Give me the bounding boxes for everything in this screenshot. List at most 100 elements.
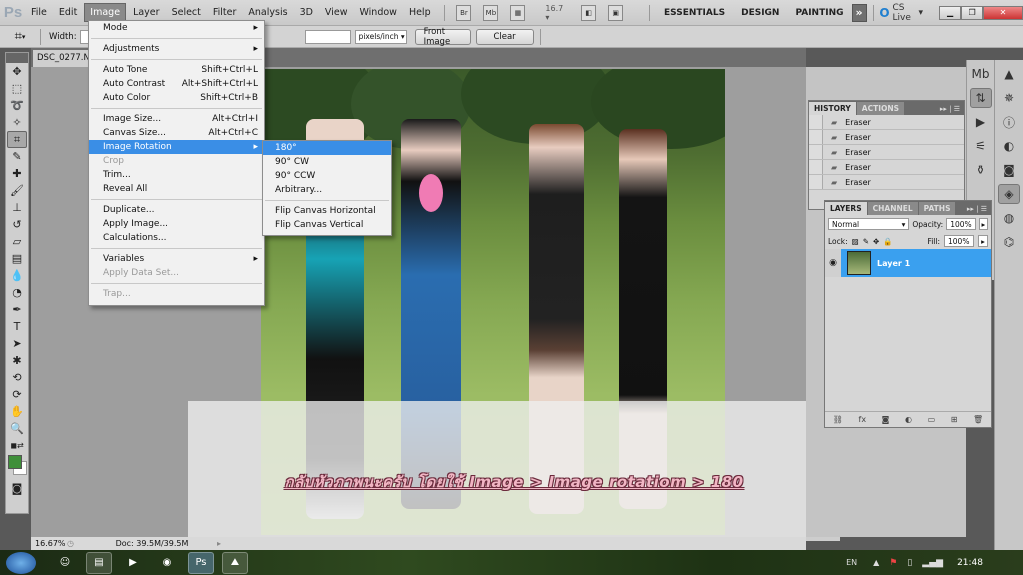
opacity-slider-toggle[interactable]: ▸ [978, 218, 988, 230]
crop-tool-preset-icon[interactable]: ⌗ ▾ [0, 29, 40, 44]
path-selection-tool-icon[interactable]: ➤ [7, 335, 27, 352]
tool-presets-panel-icon[interactable]: ⚟ [970, 136, 992, 156]
menu-layer[interactable]: Layer [128, 4, 165, 21]
paths-panel-icon[interactable]: ⌬ [998, 232, 1020, 252]
healing-brush-tool-icon[interactable]: ✚ [7, 165, 27, 182]
clear-button[interactable]: Clear [475, 28, 534, 45]
history-snapshot-checkbox[interactable] [809, 115, 823, 129]
resolution-input[interactable] [304, 29, 351, 44]
history-snapshot-checkbox[interactable] [809, 145, 823, 159]
menu-item-image-size[interactable]: Image Size... Alt+Ctrl+I [89, 112, 264, 126]
default-colors-icon[interactable]: ◼⇄ [7, 437, 27, 454]
front-image-button[interactable]: Front Image [414, 27, 471, 47]
menu-item-auto-tone[interactable]: Auto Tone Shift+Ctrl+L [89, 63, 264, 77]
history-snapshot-checkbox[interactable] [809, 175, 823, 189]
menu-item-canvas-size[interactable]: Canvas Size... Alt+Ctrl+C [89, 126, 264, 140]
history-snapshot-checkbox[interactable] [809, 160, 823, 174]
language-indicator[interactable]: EN [846, 558, 857, 567]
lock-position-icon[interactable]: ✥ [873, 237, 879, 246]
lasso-tool-icon[interactable]: ➰ [7, 97, 27, 114]
menu-view[interactable]: View [320, 4, 353, 21]
status-menu-arrow[interactable]: ▸ [217, 539, 221, 548]
zoom-percent[interactable]: 16.67% [31, 539, 67, 548]
menu-filter[interactable]: Filter [208, 4, 242, 21]
crop-tool-icon[interactable]: ⌗ [7, 131, 27, 148]
menu-item-mode[interactable]: Mode ▸ [89, 21, 264, 35]
menu-window[interactable]: Window [354, 4, 401, 21]
menu-item-calculations[interactable]: Calculations... [89, 231, 264, 245]
minibridge-panel-icon[interactable]: Mb [970, 64, 992, 84]
channels-panel-icon[interactable]: ◍ [998, 208, 1020, 228]
taskbar-explorer-icon[interactable]: ▤ [86, 551, 112, 574]
layers-panel-icon[interactable]: ◈ [998, 184, 1020, 204]
move-tool-icon[interactable]: ✥ [7, 63, 27, 80]
arrange-documents-icon[interactable]: ◧ [581, 4, 597, 21]
signal-strength-icon[interactable]: ▂▄▆ [922, 558, 943, 568]
history-state[interactable]: ▰ Eraser [809, 115, 964, 130]
menu-item-adjustments[interactable]: Adjustments ▸ [89, 42, 264, 56]
menu-3d[interactable]: 3D [295, 4, 318, 21]
dodge-tool-icon[interactable]: ◔ [7, 284, 27, 301]
screen-mode-icon[interactable]: ▣ [608, 4, 624, 21]
new-layer-icon[interactable]: ⊞ [951, 415, 958, 424]
menu-item-variables[interactable]: Variables ▸ [89, 252, 264, 266]
eraser-tool-icon[interactable]: ▱ [7, 233, 27, 250]
menu-item-auto-contrast[interactable]: Auto Contrast Alt+Shift+Ctrl+L [89, 77, 264, 91]
history-panel-icon[interactable]: ⇅ [969, 88, 992, 108]
menu-edit[interactable]: Edit [54, 4, 82, 21]
link-layers-icon[interactable]: ⛓ [833, 415, 843, 424]
tab-paths[interactable]: PATHS [918, 202, 956, 215]
cs-live-button[interactable]: O CS Live ▾ [879, 3, 923, 23]
taskbar-photoshop-icon[interactable]: Ps [188, 551, 214, 574]
fill-input[interactable]: 100% [944, 235, 974, 247]
view-extras-icon[interactable]: ▦ [510, 4, 526, 21]
history-state[interactable]: ▰ Eraser [809, 160, 964, 175]
lock-transparent-icon[interactable]: ▨ [852, 237, 859, 246]
lock-all-icon[interactable]: 🔒 [883, 237, 892, 246]
add-mask-icon[interactable]: ◙ [882, 415, 890, 424]
3d-orbit-tool-icon[interactable]: ⟳ [7, 386, 27, 403]
adjustments-panel-icon[interactable]: ◐ [998, 136, 1020, 156]
submenu-item-flip-canvas-horizontal[interactable]: Flip Canvas Horizontal [263, 204, 391, 218]
show-hidden-icons-icon[interactable]: ▲ [873, 558, 879, 567]
panel-menu-icon[interactable]: ▸▸ | ☰ [963, 203, 991, 215]
gradient-tool-icon[interactable]: ▤ [7, 250, 27, 267]
menu-help[interactable]: Help [404, 4, 436, 21]
workspace-design[interactable]: DESIGN [741, 8, 779, 18]
menu-analysis[interactable]: Analysis [243, 4, 292, 21]
submenu-item-90-cw[interactable]: 90° CW [263, 155, 391, 169]
blend-mode-select[interactable]: Normal ▾ [828, 218, 910, 230]
delete-layer-icon[interactable]: 🗑 [973, 415, 983, 424]
menu-select[interactable]: Select [167, 4, 206, 21]
visibility-eye-icon[interactable]: ◉ [825, 249, 841, 277]
new-group-icon[interactable]: ▭ [928, 415, 936, 424]
resolution-units-select[interactable]: pixels/inch ▾ [354, 29, 407, 44]
histogram-panel-icon[interactable]: ▲ [998, 64, 1020, 84]
submenu-item-arbitrary[interactable]: Arbitrary... [263, 183, 391, 197]
foreground-color-swatch[interactable] [8, 455, 22, 469]
zoom-preview-icon[interactable]: ◷ [67, 539, 87, 548]
menu-item-image-rotation[interactable]: Image Rotation ▸ [89, 140, 264, 154]
restore-button[interactable]: ❐ [961, 5, 984, 20]
power-icon[interactable]: ▯ [907, 558, 912, 568]
menu-file[interactable]: File [26, 4, 52, 21]
menu-item-duplicate[interactable]: Duplicate... [89, 203, 264, 217]
custom-shape-tool-icon[interactable]: ✱ [7, 352, 27, 369]
clone-stamp-tool-icon[interactable]: ⊥ [7, 199, 27, 216]
zoom-tool-icon[interactable]: 🔍 [7, 420, 27, 437]
close-button[interactable]: ✕ [983, 5, 1023, 20]
quick-mask-icon[interactable]: ◙ [7, 480, 27, 497]
brush-tool-icon[interactable]: 🖌 [7, 182, 27, 199]
taskbar-network-app-icon[interactable]: ⛰ [222, 551, 248, 574]
toolbar-grip[interactable] [6, 53, 28, 63]
workspace-essentials[interactable]: ESSENTIALS [664, 8, 725, 18]
taskbar-chrome-icon[interactable]: ◉ [154, 552, 180, 574]
quick-selection-tool-icon[interactable]: ✧ [7, 114, 27, 131]
action-center-flag-icon[interactable]: ⚑ [889, 558, 897, 568]
taskbar-media-player-icon[interactable]: ▶ [120, 552, 146, 574]
taskbar-app-icon[interactable]: ☺ [52, 552, 78, 574]
3d-rotate-tool-icon[interactable]: ⟲ [7, 369, 27, 386]
tab-layers[interactable]: LAYERS [825, 202, 867, 215]
more-workspaces-button[interactable]: » [851, 3, 867, 22]
workspace-painting[interactable]: PAINTING [795, 8, 843, 18]
